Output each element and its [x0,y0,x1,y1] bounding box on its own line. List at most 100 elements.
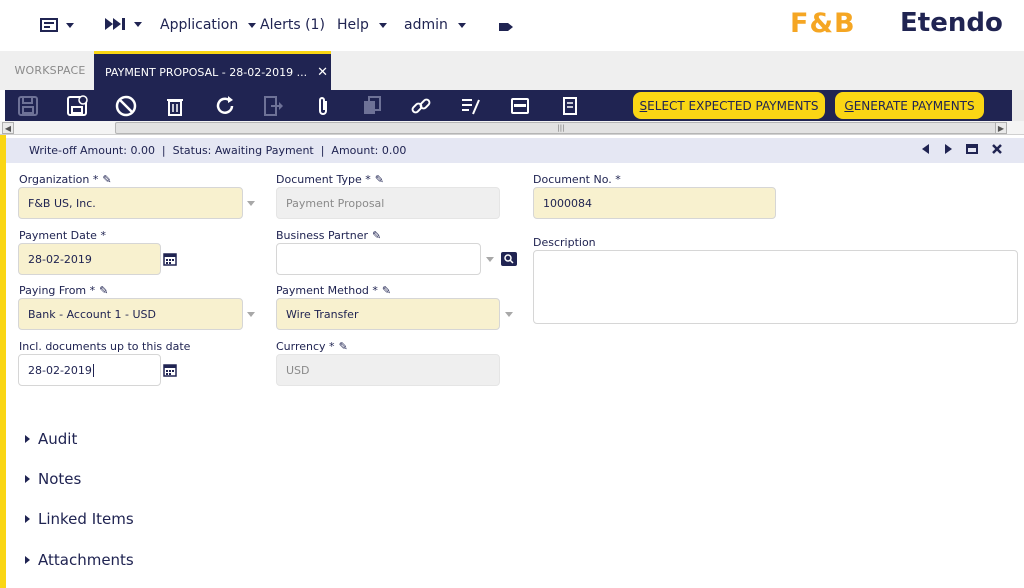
new-menu-button[interactable] [40,17,74,33]
trash-icon [167,99,183,116]
delete-button[interactable] [164,95,186,117]
horizontal-scrollbar[interactable]: ◀ ||| ▶ [0,121,1024,135]
paying-from-value: Bank - Account 1 - USD [28,307,156,321]
paying-from-label-text: Paying From * [19,284,96,297]
undo-button[interactable] [115,95,137,117]
pencil-icon: ✎ [99,284,109,297]
audit-icon [462,99,480,115]
business-partner-label: Business Partner ✎ [276,229,381,242]
search-icon [504,254,514,264]
payment-method-label: Payment Method * ✎ [276,284,391,297]
pencil-icon: ✎ [374,173,384,186]
chevron-down-icon [66,22,74,28]
export-icon [264,96,283,116]
section-linked-items[interactable]: Linked Items [25,510,134,528]
tab-bar: WORKSPACE PAYMENT PROPOSAL - 28-02-2019 … [0,51,1024,90]
link-button[interactable] [410,95,432,117]
logout-button[interactable] [498,20,514,32]
scroll-left-icon[interactable]: ◀ [2,122,14,134]
section-attachments[interactable]: Attachments [25,551,134,569]
payment-method-field[interactable]: Wire Transfer [276,298,500,330]
clone-icon [364,96,381,114]
section-audit[interactable]: Audit [25,430,77,448]
chevron-down-icon [134,21,142,27]
generate-payments-label: ENERATE PAYMENTS [853,98,975,113]
application-menu[interactable]: Application [160,17,257,33]
organization-label: Organization * ✎ [19,173,112,186]
scroll-right-icon[interactable]: ▶ [995,122,1007,134]
alerts-link[interactable]: Alerts (1) [260,17,325,33]
next-record-icon[interactable] [944,144,952,154]
save-close-icon [67,95,88,116]
print-button[interactable] [559,95,581,117]
organization-field[interactable]: F&B US, Inc. [18,187,243,219]
grid-icon [511,98,529,114]
section-audit-label: Audit [38,430,78,448]
help-menu[interactable]: Help [337,17,387,33]
export-button[interactable] [262,95,284,117]
chevron-down-icon [248,22,257,28]
calendar-icon[interactable] [163,252,177,266]
incl-docs-label: Incl. documents up to this date [19,340,190,353]
payment-method-dropdown-icon[interactable] [505,312,513,317]
document-type-field: Payment Proposal [276,187,500,219]
scrollbar-thumb[interactable]: ||| [115,122,1007,134]
tab-payment-proposal-label: PAYMENT PROPOSAL - 28-02-2019 ... [105,65,308,79]
toolbar-vertical-scrollbar[interactable] [1012,90,1024,122]
payment-date-label: Payment Date * [19,229,106,242]
close-tab-icon[interactable]: ✕ [317,65,328,80]
tab-payment-proposal[interactable]: PAYMENT PROPOSAL - 28-02-2019 ... ✕ [94,51,331,90]
paying-from-field[interactable]: Bank - Account 1 - USD [18,298,243,330]
description-field[interactable] [533,250,1018,324]
clone-button[interactable] [361,95,383,117]
section-notes[interactable]: Notes [25,470,81,488]
business-partner-dropdown-icon[interactable] [486,257,494,262]
top-bar: Application Alerts (1) Help admin F&B Et… [0,0,1024,51]
pencil-icon: ✎ [102,173,112,186]
attachment-button[interactable] [312,95,334,117]
payment-date-label-text: Payment Date * [19,229,106,242]
save-close-button[interactable] [66,95,88,117]
business-partner-field[interactable] [276,243,481,275]
incl-docs-date-field[interactable]: 28-02-2019 [18,354,161,386]
application-menu-label: Application [160,17,239,33]
paying-from-dropdown-icon[interactable] [247,312,255,317]
organization-label-text: Organization * [19,173,99,186]
cancel-icon [115,95,137,117]
refresh-button[interactable] [214,95,236,117]
quick-launch-button[interactable] [104,17,142,31]
select-payments-label: ELECT EXPECTED PAYMENTS [647,98,819,113]
pencil-icon: ✎ [381,284,392,297]
select-expected-payments-button[interactable]: S ELECT EXPECTED PAYMENTS [633,92,825,119]
refresh-icon [216,96,234,114]
generate-payments-button[interactable]: G ENERATE PAYMENTS [835,92,984,119]
close-form-icon[interactable] [992,144,1002,154]
expand-arrow-icon [25,435,30,443]
save-button[interactable] [17,95,39,117]
user-menu[interactable]: admin [404,17,466,33]
business-partner-search-button[interactable] [501,252,517,266]
description-label-text: Description [533,236,596,249]
alerts-label: Alerts (1) [260,17,325,33]
previous-record-icon[interactable] [922,144,930,154]
document-type-label-text: Document Type * [276,173,371,186]
description-label: Description [533,236,596,249]
grid-view-button[interactable] [510,95,532,117]
paying-from-label: Paying From * ✎ [19,284,108,297]
expand-arrow-icon [25,515,30,523]
document-no-field[interactable]: 1000084 [533,187,776,219]
audit-button[interactable] [459,95,481,117]
status-bar: Write-off Amount: 0.00 | Status: Awaitin… [6,138,1024,163]
document-no-value: 1000084 [543,196,592,210]
maximize-icon[interactable] [966,144,978,154]
paperclip-icon [319,97,327,115]
organization-dropdown-icon[interactable] [247,201,255,206]
toolbar: S ELECT EXPECTED PAYMENTS G ENERATE PAYMEN… [5,90,1019,121]
currency-field: USD [276,354,500,386]
incl-docs-value: 28-02-2019 [28,363,92,377]
tab-workspace[interactable]: WORKSPACE [6,51,94,90]
section-attachments-label: Attachments [38,551,134,569]
payment-date-field[interactable]: 28-02-2019 [18,243,161,275]
calendar-icon[interactable] [163,363,177,377]
active-form-indicator [0,135,6,588]
